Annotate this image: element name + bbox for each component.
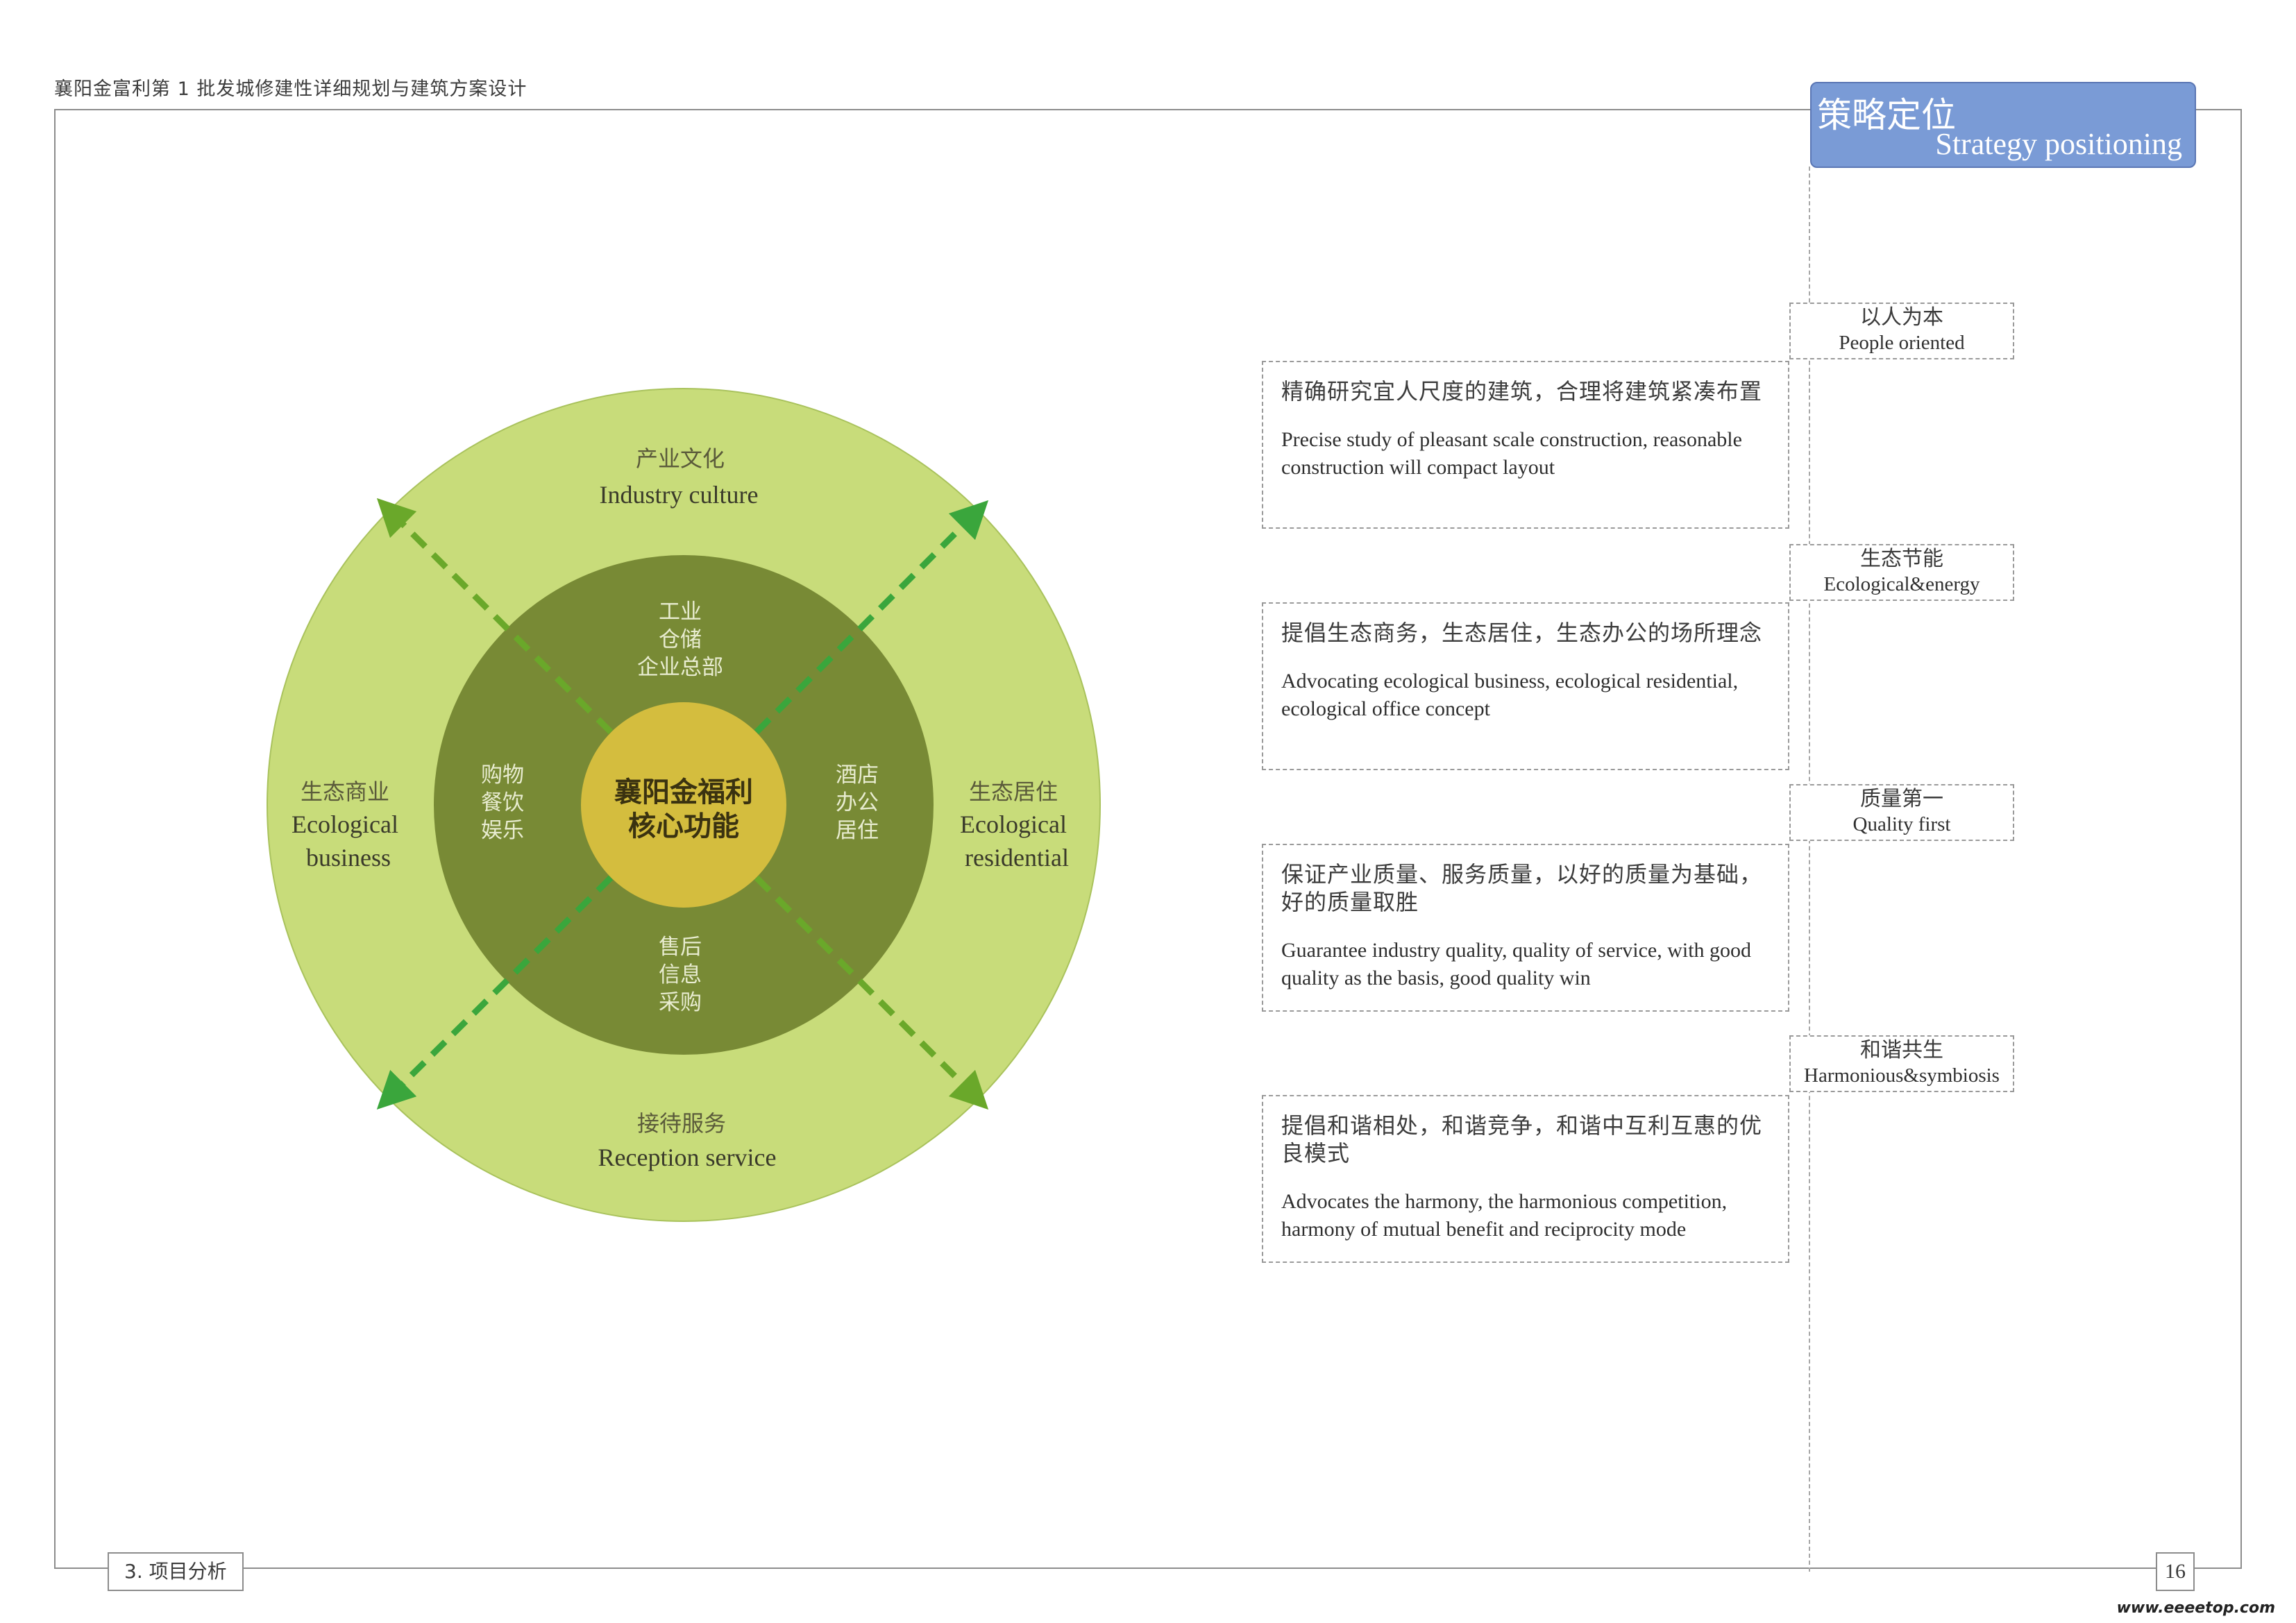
category-en: Harmonious&symbiosis bbox=[1804, 1064, 2000, 1087]
strategy-category-3: 质量第一 Quality first bbox=[1789, 784, 2014, 841]
strategy-description-1: 精确研究宜人尺度的建筑，合理将建筑紧凑布置 Precise study of p… bbox=[1262, 361, 1789, 529]
category-cn: 生态节能 bbox=[1860, 547, 1943, 571]
category-cn: 和谐共生 bbox=[1860, 1038, 1943, 1062]
category-cn: 以人为本 bbox=[1860, 305, 1943, 330]
description-cn: 提倡生态商务，生态居住，生态办公的场所理念 bbox=[1281, 620, 1763, 646]
category-en: Quality first bbox=[1852, 813, 1951, 835]
strategy-description-4: 提倡和谐相处，和谐竞争，和谐中互利互惠的优良模式 Advocates the h… bbox=[1262, 1095, 1789, 1263]
category-en: People oriented bbox=[1839, 332, 1965, 354]
strategy-description-3: 保证产业质量、服务质量，以好的质量为基础，好的质量取胜 Guarantee in… bbox=[1262, 844, 1789, 1012]
section-label: 3. 项目分析 bbox=[108, 1552, 244, 1591]
description-en: Guarantee industry quality, quality of s… bbox=[1281, 939, 1752, 989]
category-en: Ecological&energy bbox=[1823, 573, 1980, 595]
strategy-title-box: 策略定位 Strategy positioning bbox=[1810, 82, 2196, 168]
page-number: 16 bbox=[2156, 1552, 2195, 1591]
strategy-description-2: 提倡生态商务，生态居住，生态办公的场所理念 Advocating ecologi… bbox=[1262, 602, 1789, 770]
description-en: Advocates the harmony, the harmonious co… bbox=[1281, 1190, 1728, 1241]
strategy-category-2: 生态节能 Ecological&energy bbox=[1789, 544, 2014, 601]
document-title: 襄阳金富利第 1 批发城修建性详细规划与建筑方案设计 bbox=[54, 78, 527, 100]
category-cn: 质量第一 bbox=[1860, 787, 1943, 811]
description-en: Advocating ecological business, ecologic… bbox=[1281, 670, 1739, 720]
strategy-category-1: 以人为本 People oriented bbox=[1789, 303, 2014, 359]
strategy-category-4: 和谐共生 Harmonious&symbiosis bbox=[1789, 1035, 2014, 1092]
watermark: www.eeeetop.com bbox=[2116, 1599, 2275, 1617]
strategy-title-en: Strategy positioning bbox=[1935, 127, 2182, 161]
description-cn: 保证产业质量、服务质量，以好的质量为基础，好的质量取胜 bbox=[1281, 861, 1763, 915]
divider-line bbox=[1809, 167, 1810, 1572]
description-cn: 提倡和谐相处，和谐竞争，和谐中互利互惠的优良模式 bbox=[1281, 1112, 1763, 1166]
description-cn: 精确研究宜人尺度的建筑，合理将建筑紧凑布置 bbox=[1281, 378, 1763, 405]
description-en: Precise study of pleasant scale construc… bbox=[1281, 428, 1742, 479]
